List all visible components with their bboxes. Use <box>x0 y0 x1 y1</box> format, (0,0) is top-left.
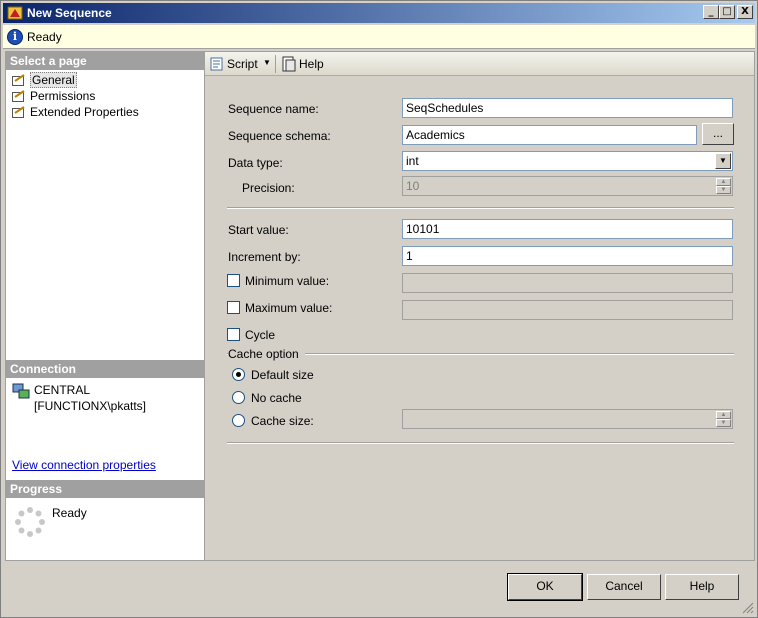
default-size-label: Default size <box>251 368 314 382</box>
increment-by-label: Increment by: <box>228 250 301 264</box>
no-cache-radio[interactable] <box>232 391 245 404</box>
view-connection-properties-link[interactable]: View connection properties <box>12 458 156 472</box>
new-sequence-dialog: New Sequence _ □ X i Ready Select a page… <box>0 0 758 618</box>
page-item-permissions[interactable]: Permissions <box>10 88 95 104</box>
sequence-name-input[interactable]: SeqSchedules <box>402 98 733 118</box>
page-item-label: General <box>30 72 77 88</box>
script-icon <box>210 57 223 71</box>
help-button[interactable]: Help <box>665 574 739 600</box>
window-title: New Sequence <box>27 6 112 20</box>
help-book-icon <box>282 56 296 72</box>
connection-text: CENTRAL [FUNCTIONX\pkatts] <box>34 383 147 413</box>
ok-button[interactable]: OK <box>507 573 583 601</box>
data-type-value: int <box>406 154 419 168</box>
help-toolbar-label: Help <box>299 57 324 71</box>
connection-item: CENTRAL [FUNCTIONX\pkatts] <box>12 382 204 413</box>
page-item-general[interactable]: General <box>10 72 77 88</box>
script-button[interactable]: Script <box>209 56 258 72</box>
minimum-value-input <box>402 273 733 293</box>
maximum-value-checkbox[interactable] <box>227 301 240 314</box>
toolbar-separator <box>275 55 276 73</box>
page-icon <box>12 90 25 102</box>
minimize-button[interactable]: _ <box>703 5 719 19</box>
start-value-label: Start value: <box>228 223 289 237</box>
script-label: Script <box>227 57 258 71</box>
precision-value: 10 <box>406 179 420 193</box>
precision-stepper: 10 ▲ ▼ <box>402 176 733 196</box>
precision-spin-buttons: ▲ ▼ <box>716 178 731 194</box>
cancel-button[interactable]: Cancel <box>587 574 661 600</box>
maximum-value-label: Maximum value: <box>245 301 333 315</box>
divider <box>227 207 734 209</box>
select-page-header: Select a page <box>6 52 204 70</box>
progress-header: Progress <box>6 480 204 498</box>
title-bar: New Sequence _ □ X <box>3 3 755 23</box>
page-item-extended-properties[interactable]: Extended Properties <box>10 104 139 120</box>
sequence-schema-input[interactable]: Academics <box>402 125 697 145</box>
cache-size-radio[interactable] <box>232 414 245 427</box>
resize-grip-icon[interactable] <box>742 602 754 614</box>
page-icon <box>12 74 25 86</box>
sql-server-icon <box>7 6 23 20</box>
connection-header: Connection <box>6 360 204 378</box>
left-panel: Select a page General Permissions Extend… <box>5 51 205 561</box>
increment-by-input[interactable]: 1 <box>402 246 733 266</box>
cache-size-label: Cache size: <box>251 414 314 428</box>
browse-schema-button[interactable]: ... <box>702 123 734 145</box>
data-type-label: Data type: <box>228 156 283 170</box>
info-icon: i <box>7 29 23 45</box>
toolbar: Script ▼ Help <box>205 52 754 76</box>
status-bar: i Ready <box>3 25 755 49</box>
progress-status: Ready <box>52 506 87 520</box>
close-button[interactable]: X <box>737 5 753 19</box>
help-toolbar-button[interactable]: Help <box>281 56 324 72</box>
maximize-button[interactable]: □ <box>719 5 735 19</box>
default-size-radio[interactable] <box>232 368 245 381</box>
precision-label: Precision: <box>242 181 295 195</box>
cache-size-spin-buttons: ▲ ▼ <box>716 411 731 427</box>
page-item-label: Extended Properties <box>30 105 139 119</box>
data-type-select[interactable]: int ▼ <box>402 151 733 171</box>
page-icon <box>12 106 25 118</box>
right-panel: Script ▼ Help Sequence name: SeqSchedule… <box>205 51 755 561</box>
sequence-schema-label: Sequence schema: <box>228 129 331 143</box>
minimum-value-checkbox[interactable] <box>227 274 240 287</box>
cycle-label: Cycle <box>245 328 276 342</box>
server-connection-icon <box>12 383 30 399</box>
sequence-name-label: Sequence name: <box>228 102 319 116</box>
start-value-input[interactable]: 10101 <box>402 219 733 239</box>
page-item-label: Permissions <box>30 89 96 103</box>
no-cache-label: No cache <box>251 391 302 405</box>
cache-option-label: Cache option <box>228 347 305 361</box>
chevron-down-icon[interactable]: ▼ <box>715 153 731 169</box>
cache-size-stepper: ▲ ▼ <box>402 409 733 429</box>
progress-spinner-icon <box>15 507 45 537</box>
maximum-value-input <box>402 300 733 320</box>
divider <box>227 442 734 444</box>
script-dropdown-arrow[interactable]: ▼ <box>263 58 271 67</box>
cycle-checkbox[interactable] <box>227 328 240 341</box>
minimum-value-label: Minimum value: <box>245 274 330 288</box>
status-text: Ready <box>27 30 62 44</box>
